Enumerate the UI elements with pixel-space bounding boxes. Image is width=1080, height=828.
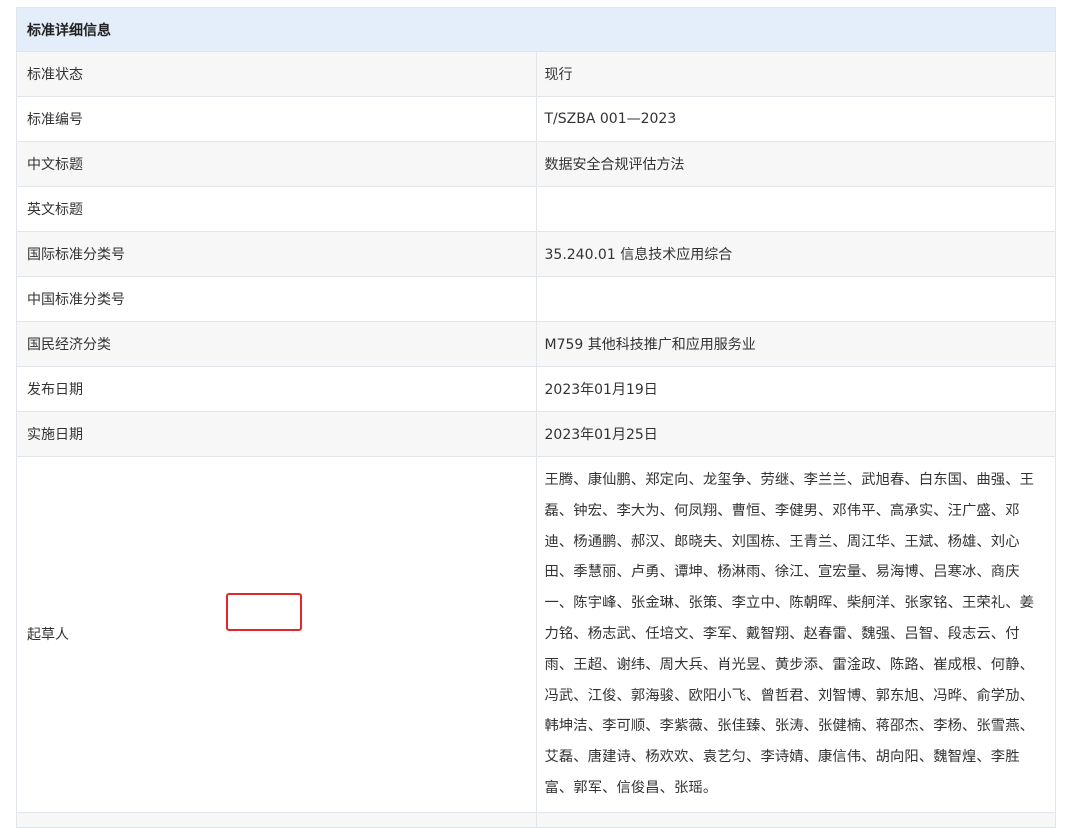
- row-ics: 国际标准分类号 35.240.01 信息技术应用综合: [16, 231, 1056, 277]
- row-en-title: 英文标题: [16, 186, 1056, 232]
- label-status: 标准状态: [16, 51, 537, 97]
- cell-next-value: [535, 811, 1056, 828]
- value-economy-class: M759 其他科技推广和应用服务业: [535, 321, 1056, 367]
- value-status: 现行: [535, 51, 1056, 97]
- value-number: T/SZBA 001—2023: [535, 96, 1056, 142]
- row-cn-title: 中文标题 数据安全合规评估方法: [16, 141, 1056, 187]
- row-publish-date: 发布日期 2023年01月19日: [16, 366, 1056, 412]
- standard-detail-table: 标准详细信息 标准状态 现行 标准编号 T/SZBA 001—2023 中文标题…: [16, 7, 1056, 828]
- cell-next-label: [16, 811, 537, 828]
- row-number: 标准编号 T/SZBA 001—2023: [16, 96, 1056, 142]
- value-ics: 35.240.01 信息技术应用综合: [535, 231, 1056, 277]
- label-economy-class: 国民经济分类: [16, 321, 537, 367]
- row-economy-class: 国民经济分类 M759 其他科技推广和应用服务业: [16, 321, 1056, 367]
- label-publish-date: 发布日期: [16, 366, 537, 412]
- label-ics: 国际标准分类号: [16, 231, 537, 277]
- table-title: 标准详细信息: [16, 7, 1056, 52]
- value-publish-date: 2023年01月19日: [535, 366, 1056, 412]
- label-number: 标准编号: [16, 96, 537, 142]
- table-header-row: 标准详细信息: [16, 7, 1056, 52]
- row-effective-date: 实施日期 2023年01月25日: [16, 411, 1056, 457]
- label-en-title: 英文标题: [16, 186, 537, 232]
- label-ccs: 中国标准分类号: [16, 276, 537, 322]
- row-status: 标准状态 现行: [16, 51, 1056, 97]
- value-cn-title: 数据安全合规评估方法: [535, 141, 1056, 187]
- value-effective-date: 2023年01月25日: [535, 411, 1056, 457]
- row-drafters: 起草人 王腾、康仙鹏、郑定向、龙玺争、劳继、李兰兰、武旭春、白东国、曲强、王磊、…: [16, 456, 1056, 813]
- highlight-box: [226, 593, 302, 631]
- row-next-partial: [16, 811, 1056, 828]
- value-ccs: [535, 276, 1056, 322]
- value-drafters: 王腾、康仙鹏、郑定向、龙玺争、劳继、李兰兰、武旭春、白东国、曲强、王磊、钟宏、李…: [535, 456, 1056, 813]
- standard-detail-panel: 标准详细信息 标准状态 现行 标准编号 T/SZBA 001—2023 中文标题…: [16, 7, 1056, 828]
- value-en-title: [535, 186, 1056, 232]
- label-effective-date: 实施日期: [16, 411, 537, 457]
- label-drafters: 起草人: [16, 456, 537, 813]
- row-ccs: 中国标准分类号: [16, 276, 1056, 322]
- label-cn-title: 中文标题: [16, 141, 537, 187]
